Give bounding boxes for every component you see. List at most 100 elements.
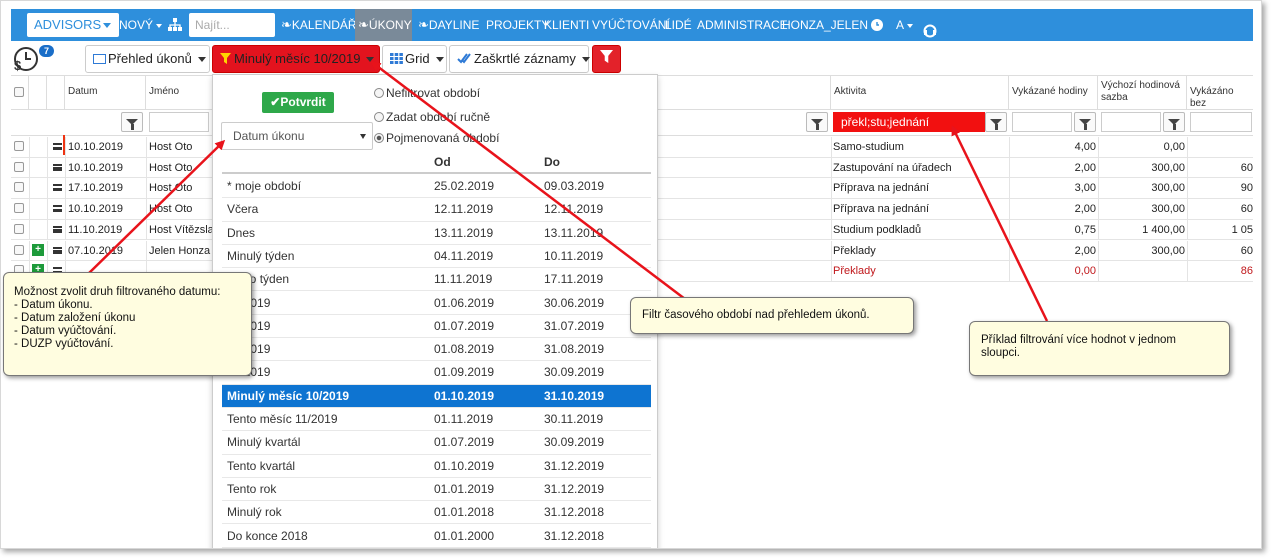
period-option[interactable]: Minulý měsíc 10/2019 01.10.2019 31.10.2019	[222, 384, 651, 408]
period-to: 13.11.2019	[544, 225, 604, 240]
period-to: 31.12.2019	[544, 481, 605, 496]
radio-no-filter[interactable]: Nefiltrovat období	[374, 86, 480, 100]
period-option[interactable]: Tento týden 11.11.2019 17.11.2019	[222, 268, 651, 292]
new-menu[interactable]: NOVÝ	[119, 9, 163, 41]
menu-icon[interactable]	[53, 225, 62, 233]
header-date[interactable]: Datum	[65, 76, 146, 110]
nav-administrace[interactable]: ADMINISTRACE	[697, 9, 788, 41]
nav-dayline[interactable]: ❧DAYLINE	[418, 9, 479, 41]
row-checkbox[interactable]	[14, 244, 24, 255]
menu-icon[interactable]	[53, 246, 62, 254]
row-checkbox[interactable]	[14, 161, 24, 172]
radio-manual[interactable]: Zadat období ručně	[374, 110, 490, 124]
menu-icon[interactable]	[53, 163, 62, 171]
date-type-select[interactable]: Datum úkonu	[221, 122, 373, 150]
cell-divider	[1009, 137, 1010, 157]
period-option[interactable]: Včera 12.11.2019 12.11.2019	[222, 198, 651, 222]
nav-vyuctovani[interactable]: VYÚČTOVÁNÍ	[592, 9, 670, 41]
activity-filter-input[interactable]: překl;stu;jednání	[833, 112, 985, 132]
chevron-down-icon	[197, 57, 206, 63]
headset-icon[interactable]	[923, 18, 937, 38]
period-option[interactable]: 09/201901.09.201930.09.2019	[222, 361, 651, 385]
date-filter-button[interactable]	[121, 112, 143, 132]
sitemap-icon[interactable]	[168, 18, 182, 32]
nav-user[interactable]: HONZA_JELEN	[782, 9, 868, 41]
period-to: 31.07.2019	[544, 318, 605, 333]
nav-ukony[interactable]: ❧ÚKONY	[355, 9, 412, 41]
header-activity[interactable]: Aktivita	[831, 76, 1009, 110]
clock-icon[interactable]	[871, 19, 883, 31]
row-checkbox[interactable]	[14, 203, 24, 214]
name-filter-button[interactable]	[806, 112, 828, 132]
period-to: 31.08.2019	[544, 342, 605, 357]
cell-divider	[1187, 178, 1188, 199]
row-checkbox[interactable]	[14, 182, 24, 193]
cell-rate: 300,00	[1151, 244, 1185, 257]
clear-filter-button[interactable]	[592, 45, 621, 73]
nav-lide[interactable]: LIDÉ	[665, 9, 692, 41]
cell-name: Host Oto	[149, 203, 193, 216]
periods-header: Od Do	[222, 151, 651, 175]
header-default-rate[interactable]: Výchozí hodinová sazba	[1098, 76, 1187, 110]
menu-icon[interactable]	[53, 143, 62, 150]
period-option[interactable]: Dnes 13.11.2019 13.11.2019	[222, 222, 651, 245]
rate-filter-input[interactable]	[1101, 112, 1161, 132]
nav-kalendar[interactable]: ❧KALENDÁŘ	[281, 9, 357, 41]
header-reported-hours[interactable]: Vykázané hodiny	[1009, 76, 1098, 110]
menu-icon[interactable]	[53, 205, 62, 213]
period-option[interactable]: Tento kvartál 01.10.2019 31.12.2019	[222, 455, 651, 478]
period-option[interactable]: Tento rok 01.01.2019 31.12.2019	[222, 478, 651, 502]
period-filter-dropdown[interactable]: Minulý měsíc 10/2019	[212, 45, 380, 73]
period-option[interactable]: Do konce 2018 01.01.2000 31.12.2018	[222, 525, 651, 548]
cell-hours: 3,00	[1074, 182, 1096, 195]
header-cell	[47, 76, 65, 110]
period-option[interactable]: 07/201901.07.201931.07.2019	[222, 315, 651, 339]
cell-activity: Zastupování na úřadech	[833, 161, 952, 174]
nav-klienti[interactable]: KLIENTI	[544, 9, 589, 41]
hours-filter-button[interactable]	[1074, 112, 1096, 132]
period-to: 31.12.2018	[544, 505, 605, 520]
rate-filter-button[interactable]	[1163, 112, 1185, 132]
overview-dropdown[interactable]: Přehled úkonů	[85, 45, 210, 73]
font-size-menu[interactable]: A	[896, 9, 914, 41]
confirm-button[interactable]: ✔Potvrdit	[262, 92, 334, 113]
name-filter-input[interactable]	[149, 112, 209, 132]
period-option[interactable]: Minulý kvartál 01.07.2019 30.09.2019	[222, 431, 651, 455]
overview-label: Přehled úkonů	[108, 51, 192, 66]
cell-rate: 1 400,00	[1142, 223, 1185, 236]
checked-records-dropdown[interactable]: Zaškrtlé záznamy	[449, 45, 590, 73]
filter-icon	[990, 119, 1002, 130]
period-option[interactable]: 08/201901.08.201931.08.2019	[222, 338, 651, 362]
nav-projekty[interactable]: PROJEKTY	[486, 9, 549, 41]
filter-icon	[811, 119, 823, 130]
period-option[interactable]: Minulý týden 04.11.2019 10.11.2019	[222, 245, 651, 269]
without-filter-input[interactable]	[1190, 112, 1252, 132]
grid-dropdown[interactable]: Grid	[382, 45, 447, 73]
period-from: 12.11.2019	[434, 202, 494, 217]
period-option[interactable]: 06/201901.06.201930.06.2019	[222, 292, 651, 315]
select-all-checkbox[interactable]	[14, 87, 24, 97]
cell-divider	[29, 137, 30, 157]
cell-rate: 300,00	[1151, 161, 1185, 174]
nav-label: KALENDÁŘ	[291, 18, 357, 32]
row-checkbox[interactable]	[14, 223, 24, 234]
callout-line: - DUZP vyúčtování.	[14, 338, 114, 350]
period-name: Minulý kvartál	[227, 435, 301, 450]
header-reported-without[interactable]: Vykázáno bez	[1187, 76, 1253, 110]
cell-divider	[65, 240, 66, 261]
plus-icon[interactable]: +	[32, 243, 44, 256]
cell-divider	[831, 137, 832, 157]
brand-button[interactable]: ADVISORS	[27, 13, 119, 37]
period-option[interactable]: Tento měsíc 11/2019 01.11.2019 30.11.2019	[222, 408, 651, 432]
cell-divider	[831, 261, 832, 282]
hours-filter-input[interactable]	[1012, 112, 1072, 132]
period-option[interactable]: Minulý rok 01.01.2018 31.12.2018	[222, 501, 651, 525]
activity-filter-button[interactable]	[985, 112, 1007, 132]
radio-named[interactable]: Pojmenovaná období	[374, 131, 499, 145]
period-option[interactable]: * moje období 25.02.2019 09.03.2019	[222, 175, 651, 199]
menu-icon[interactable]	[53, 184, 62, 192]
row-checkbox[interactable]	[14, 141, 24, 151]
cell-divider	[47, 157, 48, 178]
search-input[interactable]: Najít...	[189, 13, 275, 37]
time-money-icon[interactable]: $	[11, 45, 39, 73]
